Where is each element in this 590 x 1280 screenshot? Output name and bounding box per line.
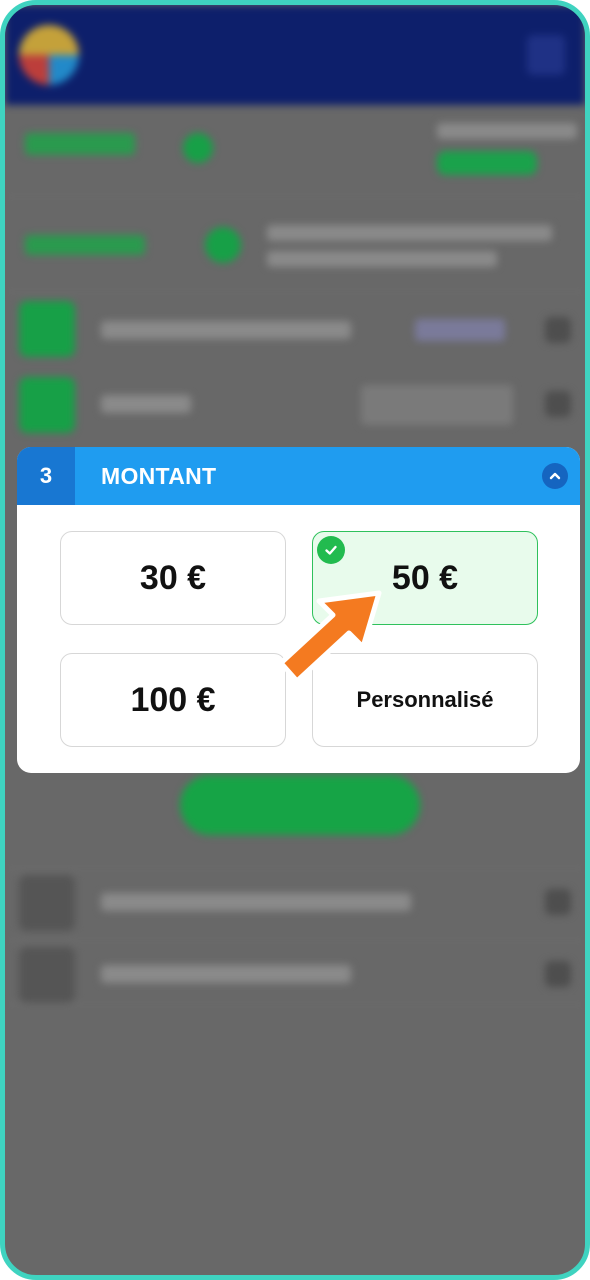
arrow-pointer-icon (275, 587, 385, 687)
divider (5, 1003, 585, 1005)
amount-label: 100 € (130, 680, 216, 719)
step-header[interactable]: 3 MONTANT (17, 447, 580, 505)
divider (5, 195, 585, 197)
blurred-step (19, 377, 75, 433)
check-icon (317, 536, 345, 564)
chevron-up-icon[interactable] (542, 463, 568, 489)
blurred-badge (437, 151, 537, 175)
blurred-step (19, 301, 75, 357)
amount-label: Personnalisé (356, 687, 494, 712)
blurred-dot (183, 133, 213, 163)
divider (5, 290, 585, 292)
blurred-chevron (545, 889, 571, 915)
blurred-field (361, 385, 513, 425)
amount-option-30[interactable]: 30 € (60, 531, 286, 625)
blurred-text (101, 395, 191, 413)
blurred-text (437, 123, 577, 139)
step-number-badge: 3 (17, 447, 75, 505)
app-logo (19, 25, 79, 85)
step-title: MONTANT (101, 463, 217, 489)
amount-option-100[interactable]: 100 € (60, 653, 286, 747)
blurred-text (267, 225, 552, 241)
blurred-dot (205, 227, 241, 263)
blurred-cards (415, 319, 505, 341)
blurred-chevron (545, 317, 571, 343)
blurred-chevron (545, 391, 571, 417)
phone-frame: 3 MONTANT 30 € 50 € 100 € Personnalisé (0, 0, 590, 1280)
blurred-chevron (545, 961, 571, 987)
app-header (5, 5, 585, 105)
blurred-step (19, 875, 75, 931)
blurred-continue-button (180, 775, 420, 835)
blurred-text (25, 133, 135, 155)
divider (5, 939, 585, 941)
amount-label: 50 € (391, 558, 459, 597)
blurred-text (101, 965, 351, 983)
menu-icon (527, 35, 565, 75)
blurred-text (25, 235, 145, 255)
amount-label: 30 € (139, 558, 207, 597)
divider (5, 867, 585, 869)
blurred-text (267, 251, 497, 267)
blurred-text (101, 321, 351, 339)
blurred-text (101, 893, 411, 911)
blurred-step (19, 947, 75, 1003)
